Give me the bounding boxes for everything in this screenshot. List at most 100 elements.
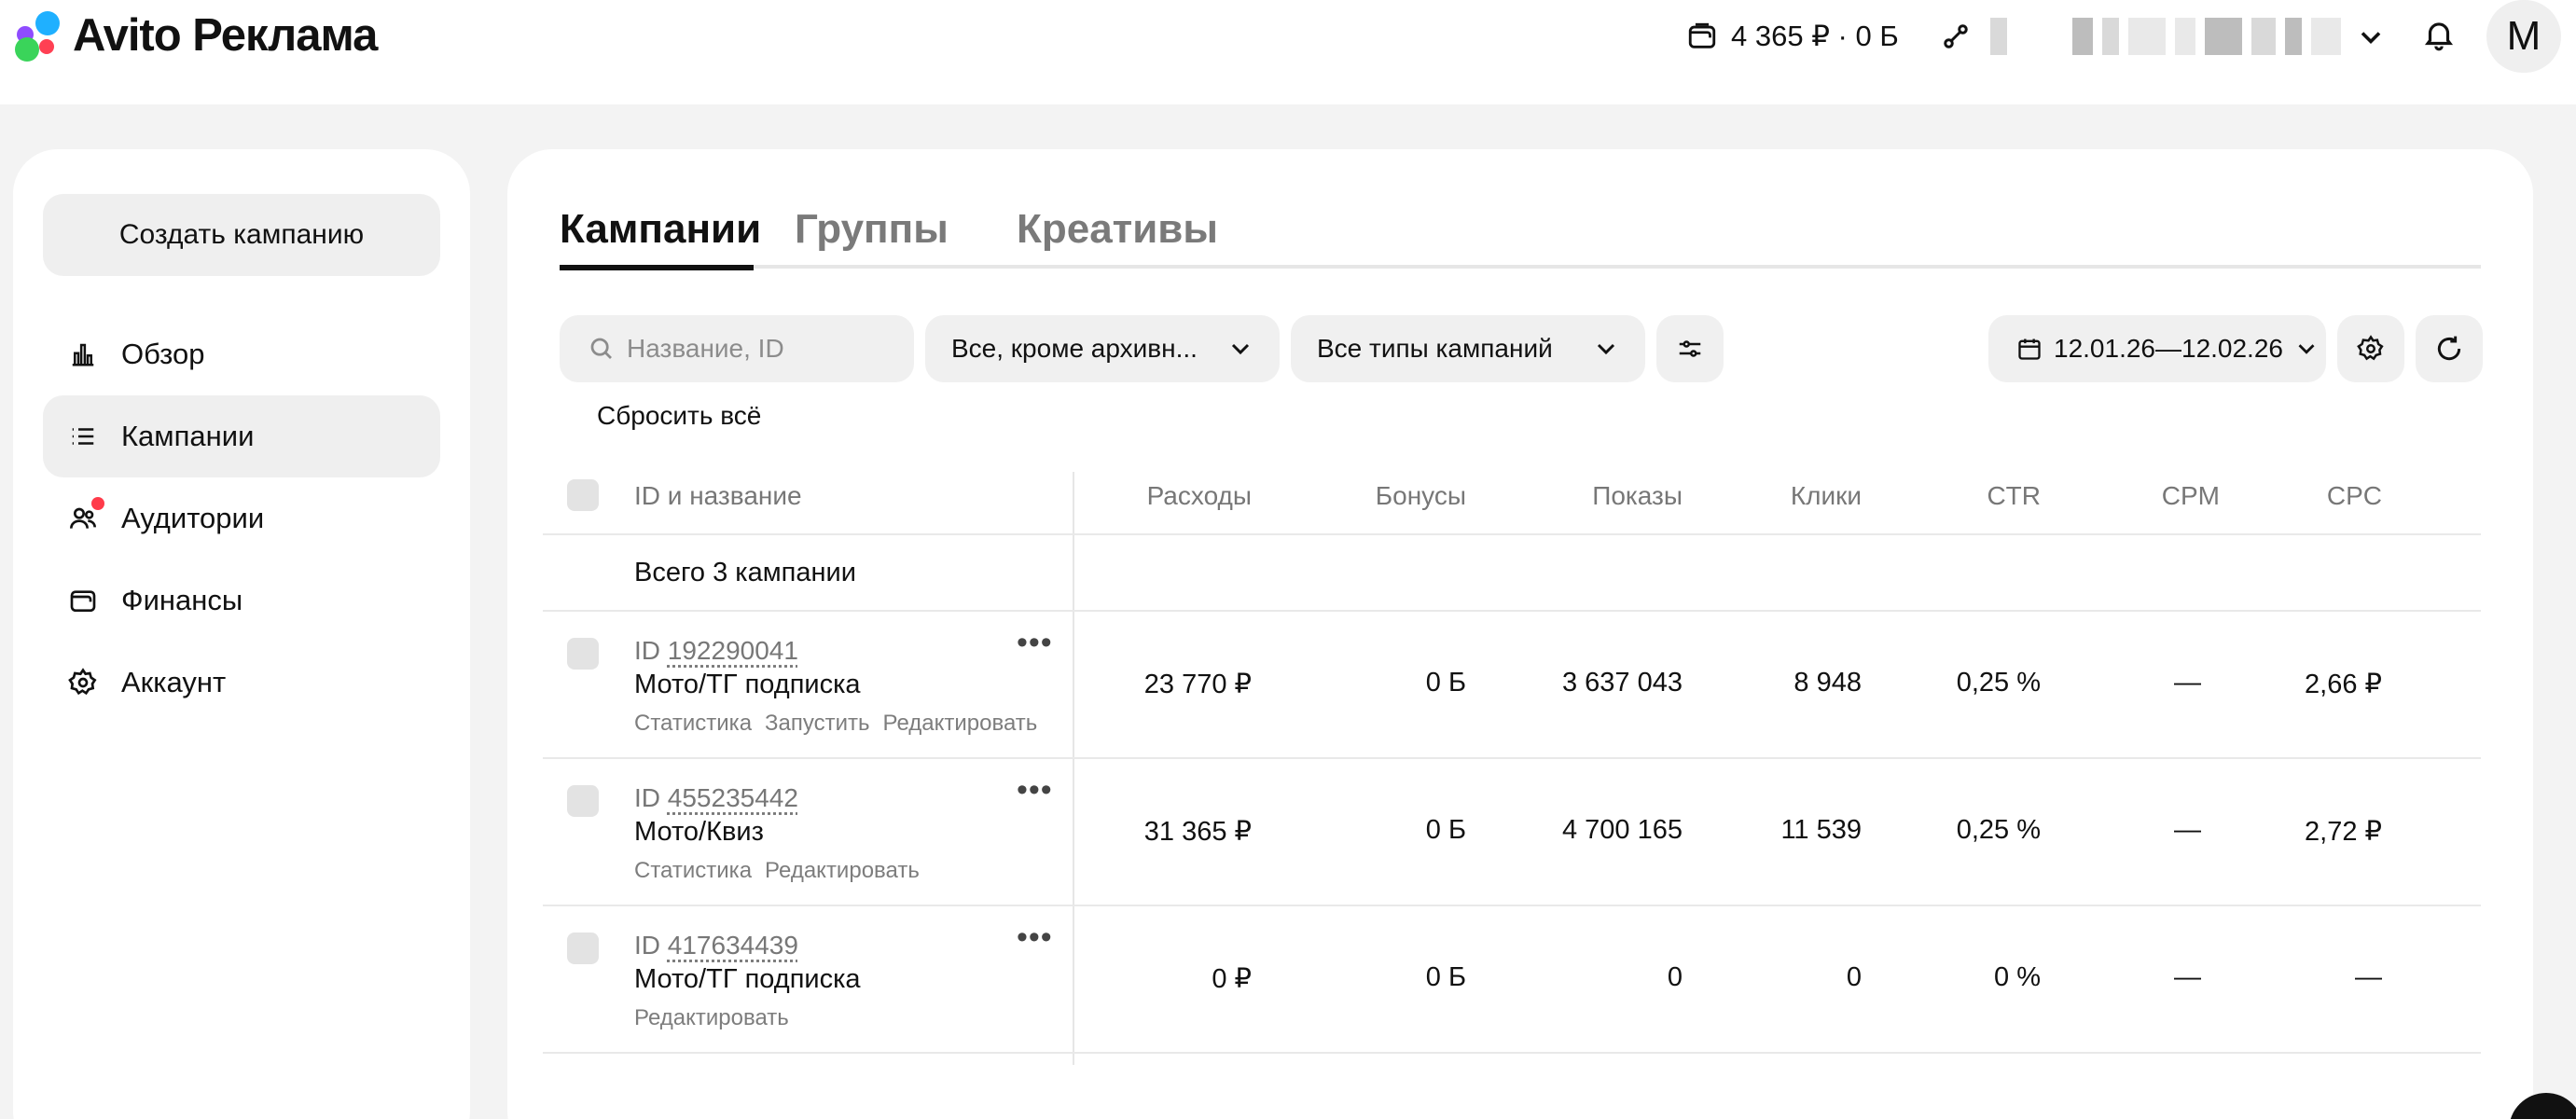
campaign-id: ID 455235442: [634, 783, 798, 813]
people-icon: [67, 503, 99, 534]
table-header-row: ID и название Расходы Бонусы Показы Клик…: [543, 457, 2481, 535]
calendar-icon: [2016, 336, 2043, 362]
bell-icon[interactable]: [2421, 17, 2457, 52]
list-icon: [67, 421, 99, 452]
cell-clicks: 11 539: [1780, 815, 1862, 846]
chevron-down-icon[interactable]: [2354, 21, 2388, 54]
table-row[interactable]: ID 455235442 ••• Мото/Квиз Статистика Ре…: [543, 759, 2481, 906]
date-range-picker[interactable]: 12.01.26—12.02.26: [1988, 315, 2326, 382]
table-settings-button[interactable]: [2337, 315, 2404, 382]
action-edit[interactable]: Редактировать: [883, 711, 1038, 737]
action-statistics[interactable]: Статистика: [634, 711, 752, 737]
row-checkbox[interactable]: [567, 785, 599, 817]
sidebar: Создать кампанию Обзор Кампании Аудитори…: [13, 149, 470, 1119]
cell-bonus: 0 Б: [1426, 815, 1466, 846]
campaign-id-link[interactable]: 417634439: [668, 931, 798, 960]
sidebar-item-overview[interactable]: Обзор: [43, 313, 440, 395]
avatar[interactable]: M: [2486, 0, 2561, 73]
blurred-account-name: [1990, 18, 2007, 55]
balance-widget[interactable]: 4 365 ₽ · 0 Б: [1686, 13, 1899, 60]
campaign-type-select[interactable]: Все типы кампаний: [1291, 315, 1645, 382]
cell-spend: 31 365 ₽: [1144, 815, 1252, 848]
column-header-spend[interactable]: Расходы: [1147, 481, 1252, 511]
cell-bonus: 0 Б: [1426, 668, 1466, 698]
chevron-down-icon: [1591, 334, 1621, 364]
cell-impressions: 4 700 165: [1562, 815, 1683, 846]
cell-impressions: 3 637 043: [1562, 668, 1683, 698]
more-options-icon[interactable]: •••: [1017, 638, 1053, 647]
tab-campaigns[interactable]: Кампании: [560, 194, 754, 270]
column-header-ctr[interactable]: CTR: [1987, 481, 2041, 511]
cell-spend: 0 ₽: [1212, 962, 1252, 995]
sidebar-item-label: Кампании: [121, 420, 254, 453]
main-panel: Кампании Группы Креативы Название, ID Вс…: [507, 149, 2533, 1119]
more-options-icon[interactable]: •••: [1017, 785, 1053, 794]
reset-filters-link[interactable]: Сбросить всё: [597, 401, 761, 431]
sidebar-item-finance[interactable]: Финансы: [43, 560, 440, 642]
column-header-cpc[interactable]: CPC: [2327, 481, 2382, 511]
cell-cpc: 2,66 ₽: [2305, 668, 2382, 700]
tab-creatives[interactable]: Креативы: [1017, 194, 1218, 269]
create-campaign-button[interactable]: Создать кампанию: [43, 194, 440, 276]
refresh-icon: [2434, 334, 2464, 364]
row-checkbox[interactable]: [567, 638, 599, 670]
cell-cpc: 2,72 ₽: [2305, 815, 2382, 848]
cell-ctr: 0 %: [1994, 962, 2041, 993]
cell-cpm: —: [2174, 962, 2201, 993]
table-row[interactable]: ID 417634439 ••• Мото/ТГ подписка Редакт…: [543, 906, 2481, 1054]
account-selector[interactable]: [1942, 13, 2350, 60]
tabs-bar: Кампании Группы Креативы: [560, 194, 2481, 269]
select-all-checkbox[interactable]: [567, 479, 599, 511]
campaign-type-value: Все типы кампаний: [1317, 334, 1553, 364]
total-row: Всего 3 кампании: [543, 535, 2481, 612]
action-launch[interactable]: Запустить: [765, 711, 869, 737]
action-statistics[interactable]: Статистика: [634, 858, 752, 884]
column-header-cpm[interactable]: CPM: [2162, 481, 2220, 511]
sidebar-item-label: Обзор: [121, 338, 205, 371]
row-actions: Статистика Запустить Редактировать: [634, 711, 1037, 737]
sidebar-item-label: Аудитории: [121, 502, 264, 535]
cell-cpc: —: [2355, 962, 2382, 993]
cell-clicks: 8 948: [1794, 668, 1862, 698]
campaign-name[interactable]: Мото/ТГ подписка: [634, 964, 861, 995]
campaign-id: ID 192290041: [634, 636, 798, 666]
column-header-impressions[interactable]: Показы: [1592, 481, 1683, 511]
campaign-id-link[interactable]: 192290041: [668, 636, 798, 665]
sidebar-item-label: Аккаунт: [121, 666, 226, 699]
gear-icon: [2357, 335, 2385, 363]
chevron-down-icon: [1226, 334, 1255, 364]
search-placeholder: Название, ID: [627, 334, 784, 364]
sidebar-item-account[interactable]: Аккаунт: [43, 642, 440, 724]
column-header-bonus[interactable]: Бонусы: [1376, 481, 1466, 511]
search-input[interactable]: Название, ID: [560, 315, 914, 382]
more-options-icon[interactable]: •••: [1017, 932, 1053, 942]
balance-text: 4 365 ₽ · 0 Б: [1731, 20, 1899, 53]
gear-icon: [67, 667, 99, 698]
wallet-icon: [67, 585, 99, 616]
table-row[interactable]: ID 192290041 ••• Мото/ТГ подписка Статис…: [543, 612, 2481, 759]
top-bar: Avito Реклама 4 365 ₽ · 0 Б M: [0, 0, 2576, 104]
action-edit[interactable]: Редактировать: [765, 858, 920, 884]
sidebar-item-campaigns[interactable]: Кампании: [43, 395, 440, 477]
cell-bonus: 0 Б: [1426, 962, 1466, 993]
refresh-button[interactable]: [2416, 315, 2483, 382]
tab-groups[interactable]: Группы: [795, 194, 949, 269]
row-checkbox[interactable]: [567, 932, 599, 964]
avito-logo[interactable]: Avito Реклама: [15, 7, 377, 63]
sidebar-item-audiences[interactable]: Аудитории: [43, 477, 440, 560]
campaign-name[interactable]: Мото/ТГ подписка: [634, 670, 861, 700]
cell-cpm: —: [2174, 815, 2201, 846]
link-icon: [1942, 22, 1970, 50]
wallet-icon: [1686, 21, 1718, 52]
campaign-id-link[interactable]: 455235442: [668, 783, 798, 812]
filters-bar: Название, ID Все, кроме архивн... Все ти…: [560, 315, 2481, 384]
campaign-name[interactable]: Мото/Квиз: [634, 817, 764, 848]
status-select-value: Все, кроме архивн...: [951, 334, 1198, 364]
campaign-id: ID 417634439: [634, 931, 798, 960]
status-select[interactable]: Все, кроме архивн...: [925, 315, 1280, 382]
notification-dot: [91, 497, 104, 510]
column-header-clicks[interactable]: Клики: [1791, 481, 1862, 511]
cell-spend: 23 770 ₽: [1144, 668, 1252, 700]
filter-settings-button[interactable]: [1656, 315, 1724, 382]
action-edit[interactable]: Редактировать: [634, 1005, 789, 1031]
